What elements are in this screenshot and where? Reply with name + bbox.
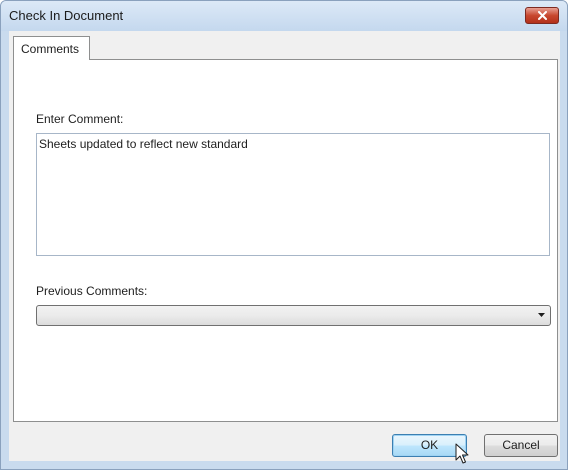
enter-comment-label: Enter Comment: [36, 112, 124, 126]
comment-text: Sheets updated to reflect new standard [39, 137, 248, 151]
previous-comments-label: Previous Comments: [36, 284, 148, 298]
comments-tab-panel: Enter Comment: Sheets updated to reflect… [13, 59, 558, 422]
close-icon [538, 11, 547, 20]
cancel-button[interactable]: Cancel [484, 434, 558, 457]
comment-textarea[interactable]: Sheets updated to reflect new standard [36, 133, 550, 256]
previous-comments-dropdown[interactable] [36, 305, 551, 326]
mouse-pointer-icon [455, 443, 469, 464]
check-in-document-dialog: Check In Document Comments Enter Comment… [0, 0, 568, 470]
window-title: Check In Document [9, 8, 124, 23]
chevron-down-icon[interactable] [538, 313, 545, 317]
tab-comments[interactable]: Comments [13, 36, 90, 60]
dialog-body: Comments Enter Comment: Sheets updated t… [9, 31, 560, 464]
title-bar[interactable]: Check In Document [1, 1, 567, 31]
close-button[interactable] [525, 7, 559, 24]
tab-comments-label: Comments [21, 42, 80, 56]
